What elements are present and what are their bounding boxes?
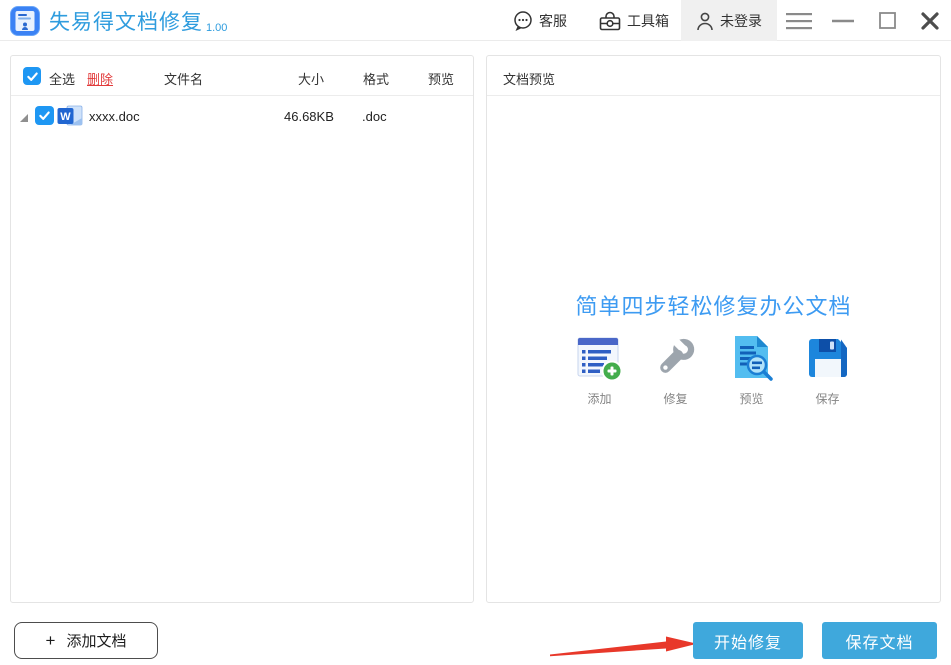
login-status-button[interactable]: 未登录 [681, 0, 777, 41]
svg-text:W: W [60, 111, 71, 123]
toolbox-icon [599, 11, 621, 30]
select-all-checkbox[interactable] [23, 67, 41, 85]
step-save: 保存 [804, 334, 852, 407]
step-label-repair: 修复 [663, 392, 688, 406]
repair-wrench-icon [659, 334, 694, 373]
preview-panel: 文档预览 简单四步轻松修复办公文档 添加 修复 预览 保存 [486, 55, 941, 603]
file-name: xxxx.doc [89, 109, 140, 124]
start-repair-button[interactable]: 开始修复 [693, 622, 803, 659]
customer-service-button[interactable]: 客服 [512, 10, 567, 32]
titlebar-actions: 客服 工具箱 未登录 [512, 0, 951, 41]
maximize-button[interactable] [865, 0, 909, 41]
step-repair: 修复 [652, 334, 700, 407]
select-all-label[interactable]: 全选 [49, 69, 75, 88]
brand: 失易得文档修复 1.00 [10, 0, 227, 41]
maximize-icon [878, 12, 896, 29]
menu-button[interactable] [777, 0, 821, 41]
step-label-add: 添加 [587, 392, 612, 406]
minimize-button[interactable] [821, 0, 865, 41]
save-floppy-icon [808, 339, 847, 377]
chat-bubble-icon [514, 10, 532, 31]
file-list-panel: 全选 删除 文件名 大小 格式 预览 W xxxx.doc 46.68KB .d… [10, 55, 474, 603]
titlebar: 失易得文档修复 1.00 客服 工具箱 未登录 [0, 0, 951, 41]
column-format: 格式 [363, 72, 390, 87]
word-file-icon: W [57, 105, 83, 126]
check-icon [39, 111, 50, 120]
file-format: .doc [362, 109, 387, 124]
add-document-icon [577, 337, 622, 382]
preview-panel-header: 文档预览 [487, 56, 940, 96]
plus-icon: + [45, 630, 56, 650]
red-arrow-annotation [550, 636, 697, 657]
toolbox-button[interactable]: 工具箱 [598, 10, 669, 32]
step-label-save: 保存 [815, 392, 840, 406]
step-add: 添加 [576, 334, 624, 407]
close-icon [921, 11, 939, 30]
save-document-button[interactable]: 保存文档 [822, 622, 937, 659]
step-label-preview: 预览 [739, 392, 764, 406]
check-icon [26, 72, 38, 81]
close-button[interactable] [909, 0, 951, 41]
file-row[interactable]: W xxxx.doc 46.68KB .doc [11, 97, 473, 135]
login-status-label: 未登录 [720, 12, 762, 29]
steps-row: 添加 修复 预览 保存 [487, 334, 940, 407]
column-preview: 预览 [428, 72, 455, 87]
column-size: 大小 [298, 72, 325, 87]
app-logo-icon [10, 5, 40, 36]
expander-triangle-icon[interactable] [20, 114, 28, 122]
file-list-header: 全选 删除 文件名 大小 格式 预览 [11, 56, 473, 96]
file-checkbox[interactable] [35, 106, 54, 125]
user-icon [697, 12, 713, 30]
delete-link[interactable]: 删除 [87, 69, 113, 88]
toolbox-label: 工具箱 [627, 12, 669, 29]
column-filename: 文件名 [164, 72, 204, 87]
hamburger-menu-icon [786, 12, 812, 29]
app-version: 1.00 [206, 22, 228, 34]
file-size: 46.68KB [284, 109, 334, 124]
preview-panel-title: 文档预览 [503, 72, 556, 87]
preview-document-icon [734, 336, 773, 381]
minimize-icon [832, 19, 854, 22]
customer-service-label: 客服 [539, 12, 567, 29]
app-title: 失易得文档修复 [49, 10, 203, 34]
slogan-text: 简单四步轻松修复办公文档 [575, 294, 852, 319]
add-document-label: 添加文档 [66, 633, 127, 650]
step-preview: 预览 [728, 334, 776, 407]
add-document-button[interactable]: + 添加文档 [14, 622, 158, 659]
